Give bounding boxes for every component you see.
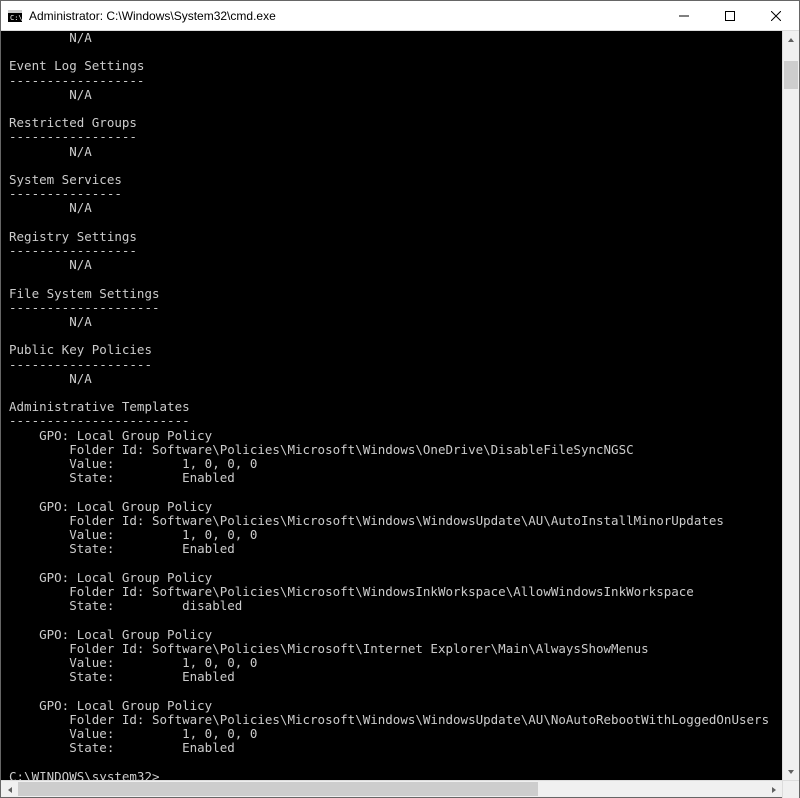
minimize-button[interactable] [661,1,707,30]
scroll-left-arrow-icon[interactable] [1,781,18,798]
vertical-scroll-thumb[interactable] [784,61,798,89]
horizontal-scroll-thumb[interactable] [18,782,538,796]
prompt[interactable]: C:\WINDOWS\system32> [9,769,160,780]
console-output[interactable]: N/A Event Log Settings -----------------… [1,31,782,780]
client-area: N/A Event Log Settings -----------------… [1,31,799,780]
window-title: Administrator: C:\Windows\System32\cmd.e… [29,9,661,23]
scroll-right-arrow-icon[interactable] [765,781,782,798]
titlebar[interactable]: C:\ Administrator: C:\Windows\System32\c… [1,1,799,31]
close-button[interactable] [753,1,799,30]
horizontal-scrollbar[interactable] [1,780,799,797]
vertical-scrollbar[interactable] [782,31,799,780]
scroll-up-arrow-icon[interactable] [783,31,799,48]
cmd-icon: C:\ [7,8,23,24]
scrollbar-corner [782,781,799,798]
window-controls [661,1,799,30]
svg-text:C:\: C:\ [10,14,22,22]
scroll-down-arrow-icon[interactable] [783,763,799,780]
maximize-button[interactable] [707,1,753,30]
cmd-window: C:\ Administrator: C:\Windows\System32\c… [0,0,800,798]
